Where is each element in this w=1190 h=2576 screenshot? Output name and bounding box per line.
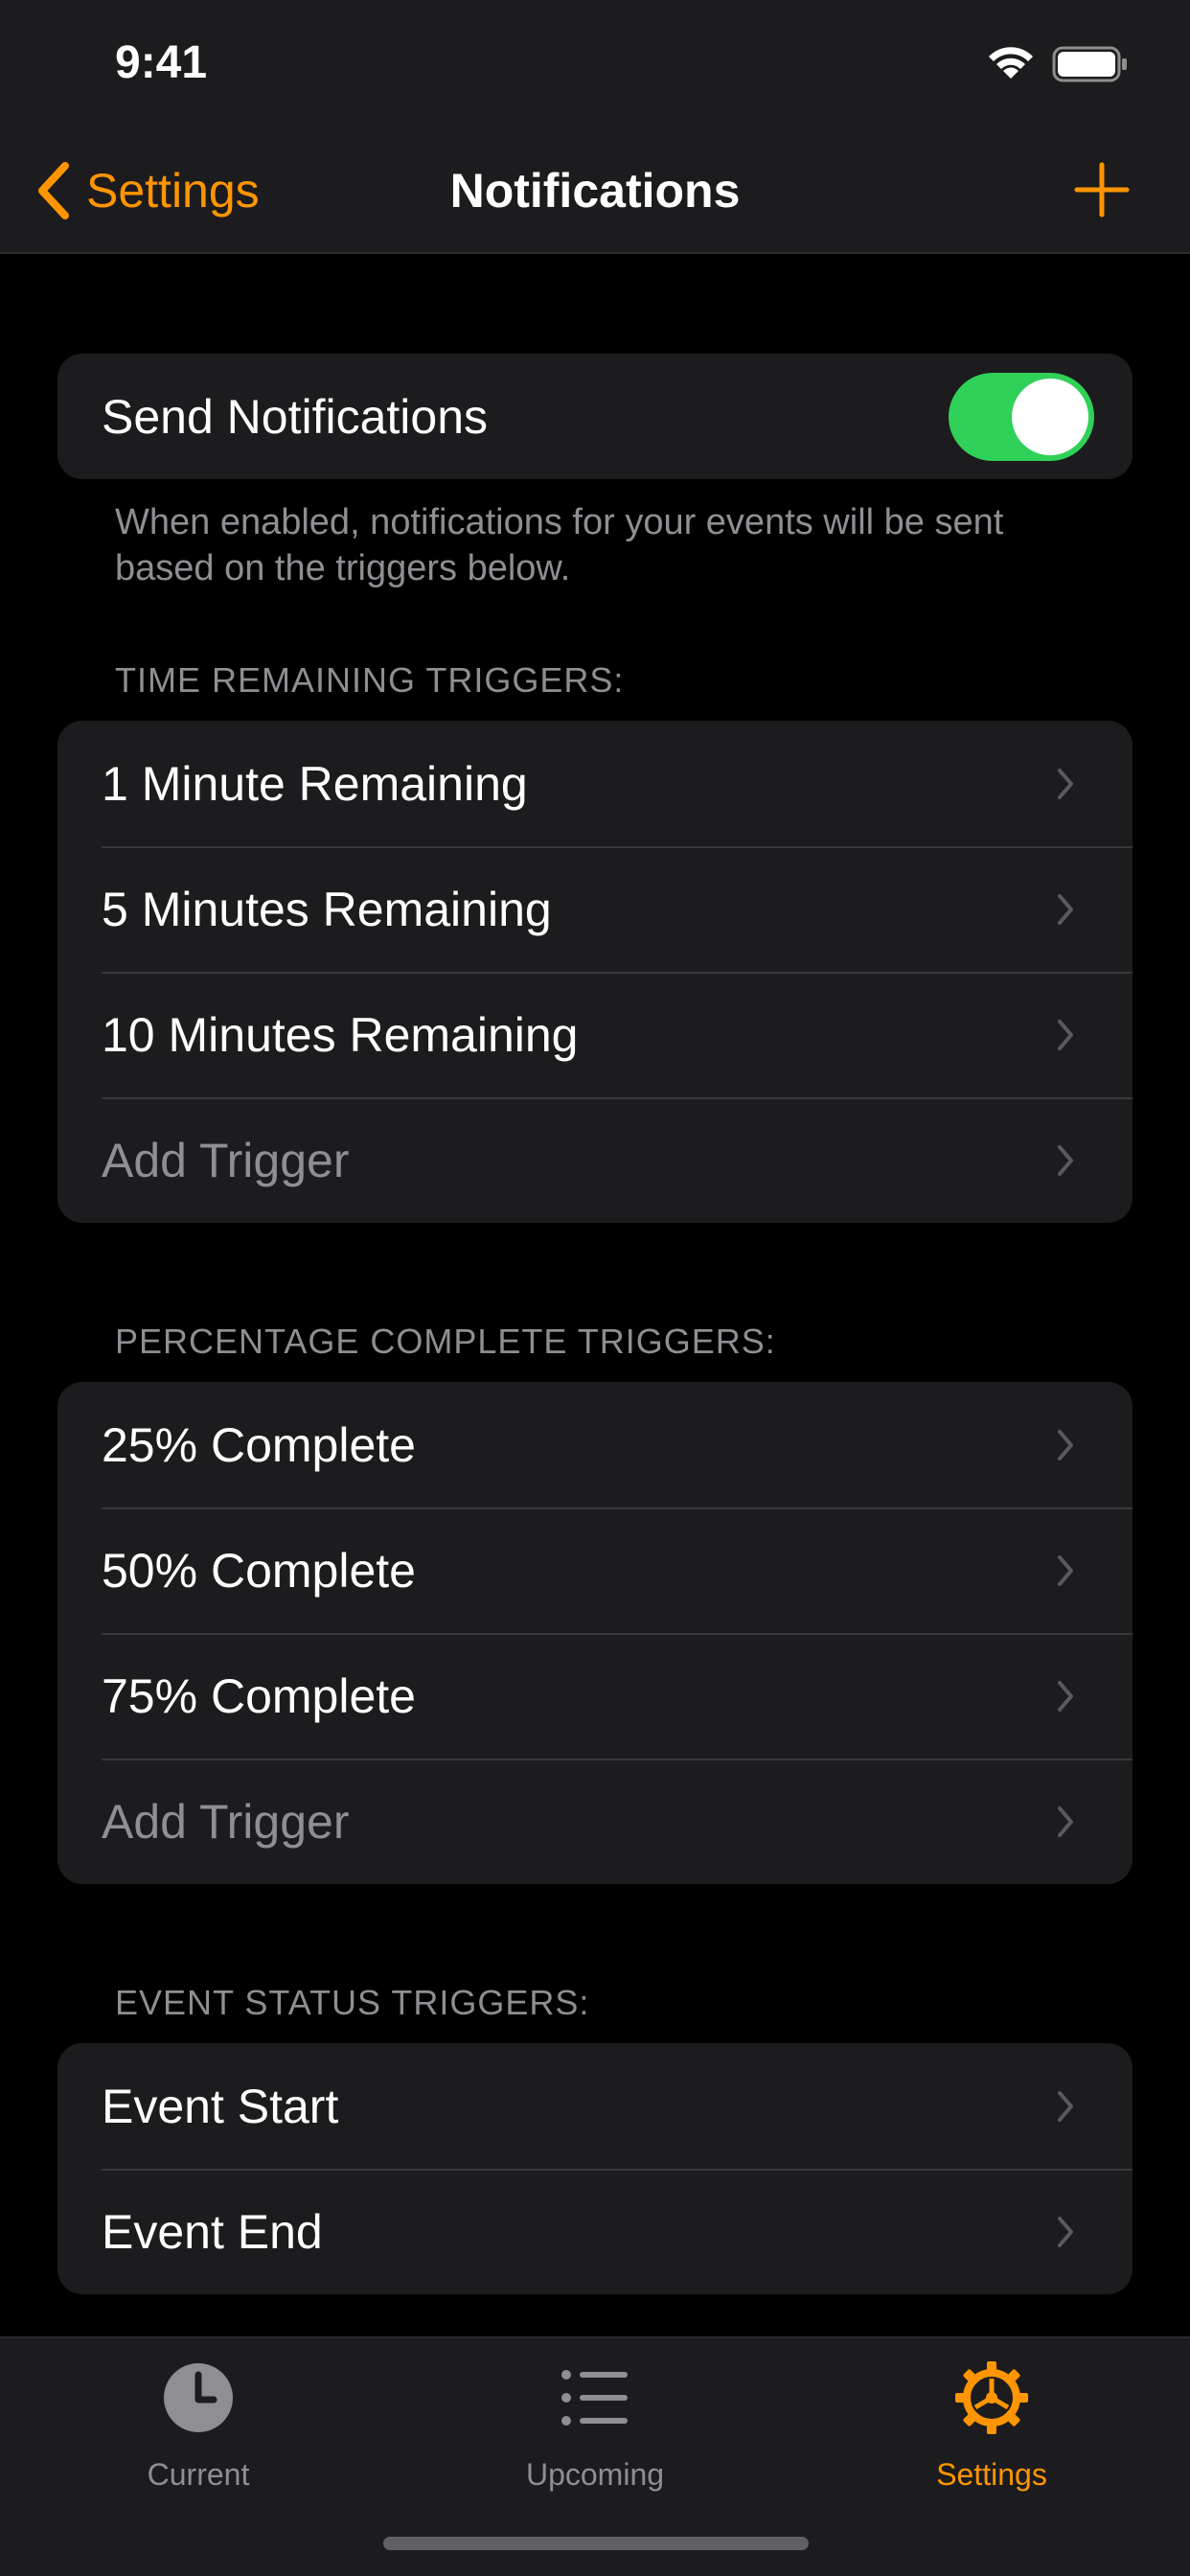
tab-settings[interactable]: Settings: [793, 2338, 1190, 2501]
percentage-complete-card: 25% Complete 50% Complete 75% Complete A…: [57, 1382, 1133, 1884]
status-bar: 9:41: [0, 0, 1190, 134]
chevron-right-icon: [1058, 1429, 1073, 1460]
wifi-icon: [989, 47, 1033, 79]
clock-icon: [164, 2363, 233, 2432]
trigger-row[interactable]: 5 Minutes Remaining: [57, 846, 1133, 972]
add-trigger-label: Add Trigger: [102, 1133, 350, 1187]
send-notifications-card: Send Notifications: [57, 354, 1133, 479]
chevron-right-icon: [1058, 1019, 1073, 1050]
chevron-right-icon: [1058, 1554, 1073, 1586]
chevron-right-icon: [1058, 1144, 1073, 1176]
home-indicator[interactable]: [383, 2537, 809, 2550]
page-title: Notifications: [449, 164, 741, 218]
chevron-right-icon: [1058, 2216, 1073, 2247]
send-notifications-toggle[interactable]: [949, 373, 1094, 461]
navigation-bar: Settings Notifications: [0, 134, 1190, 254]
send-notifications-footnote: When enabled, notifications for your eve…: [115, 502, 1004, 588]
notifications-screen: 9:41 Settings Notifications Send Notific…: [0, 0, 1190, 2576]
chevron-right-icon: [1058, 2090, 1073, 2122]
add-trigger-row[interactable]: Add Trigger: [57, 1759, 1133, 1884]
trigger-label: Event Start: [102, 2079, 339, 2133]
trigger-row[interactable]: Event Start: [57, 2043, 1133, 2169]
send-notifications-row: Send Notifications: [57, 354, 1133, 479]
trigger-label: 75% Complete: [102, 1668, 416, 1723]
status-time: 9:41: [115, 37, 208, 88]
battery-icon: [1052, 46, 1127, 82]
gear-icon: [955, 2361, 1028, 2434]
tab-label: Upcoming: [525, 2457, 665, 2492]
add-trigger-label: Add Trigger: [102, 1794, 350, 1849]
trigger-row[interactable]: 25% Complete: [57, 1382, 1133, 1507]
time-remaining-header: TIME REMAINING TRIGGERS:: [115, 660, 625, 700]
trigger-label: 25% Complete: [102, 1417, 416, 1472]
trigger-row[interactable]: 10 Minutes Remaining: [57, 972, 1133, 1097]
event-status-card: Event Start Event End: [57, 2043, 1133, 2294]
event-status-header: EVENT STATUS TRIGGERS:: [115, 1983, 590, 2022]
trigger-row[interactable]: Event End: [57, 2169, 1133, 2294]
tab-current[interactable]: Current: [0, 2338, 397, 2501]
trigger-label: Event End: [102, 2204, 323, 2259]
trigger-row[interactable]: 75% Complete: [57, 1633, 1133, 1759]
trigger-row[interactable]: 50% Complete: [57, 1507, 1133, 1633]
percentage-complete-header: PERCENTAGE COMPLETE TRIGGERS:: [115, 1322, 776, 1361]
tab-label: Settings: [936, 2457, 1047, 2492]
chevron-right-icon: [1058, 893, 1073, 925]
send-notifications-label: Send Notifications: [102, 389, 489, 444]
trigger-row[interactable]: 1 Minute Remaining: [57, 721, 1133, 846]
chevron-right-icon: [1058, 1680, 1073, 1712]
trigger-label: 1 Minute Remaining: [102, 756, 528, 811]
time-remaining-card: 1 Minute Remaining 5 Minutes Remaining 1…: [57, 721, 1133, 1223]
trigger-label: 5 Minutes Remaining: [102, 882, 552, 936]
tab-label: Current: [147, 2457, 250, 2492]
tab-upcoming[interactable]: Upcoming: [397, 2338, 793, 2501]
chevron-right-icon: [1058, 768, 1073, 799]
trigger-label: 10 Minutes Remaining: [102, 1007, 579, 1062]
chevron-right-icon: [1058, 1806, 1073, 1837]
add-icon[interactable]: [1071, 159, 1133, 220]
list-icon: [561, 2370, 628, 2426]
trigger-label: 50% Complete: [102, 1543, 416, 1598]
toggle-knob: [1012, 379, 1088, 455]
add-trigger-row[interactable]: Add Trigger: [57, 1097, 1133, 1223]
